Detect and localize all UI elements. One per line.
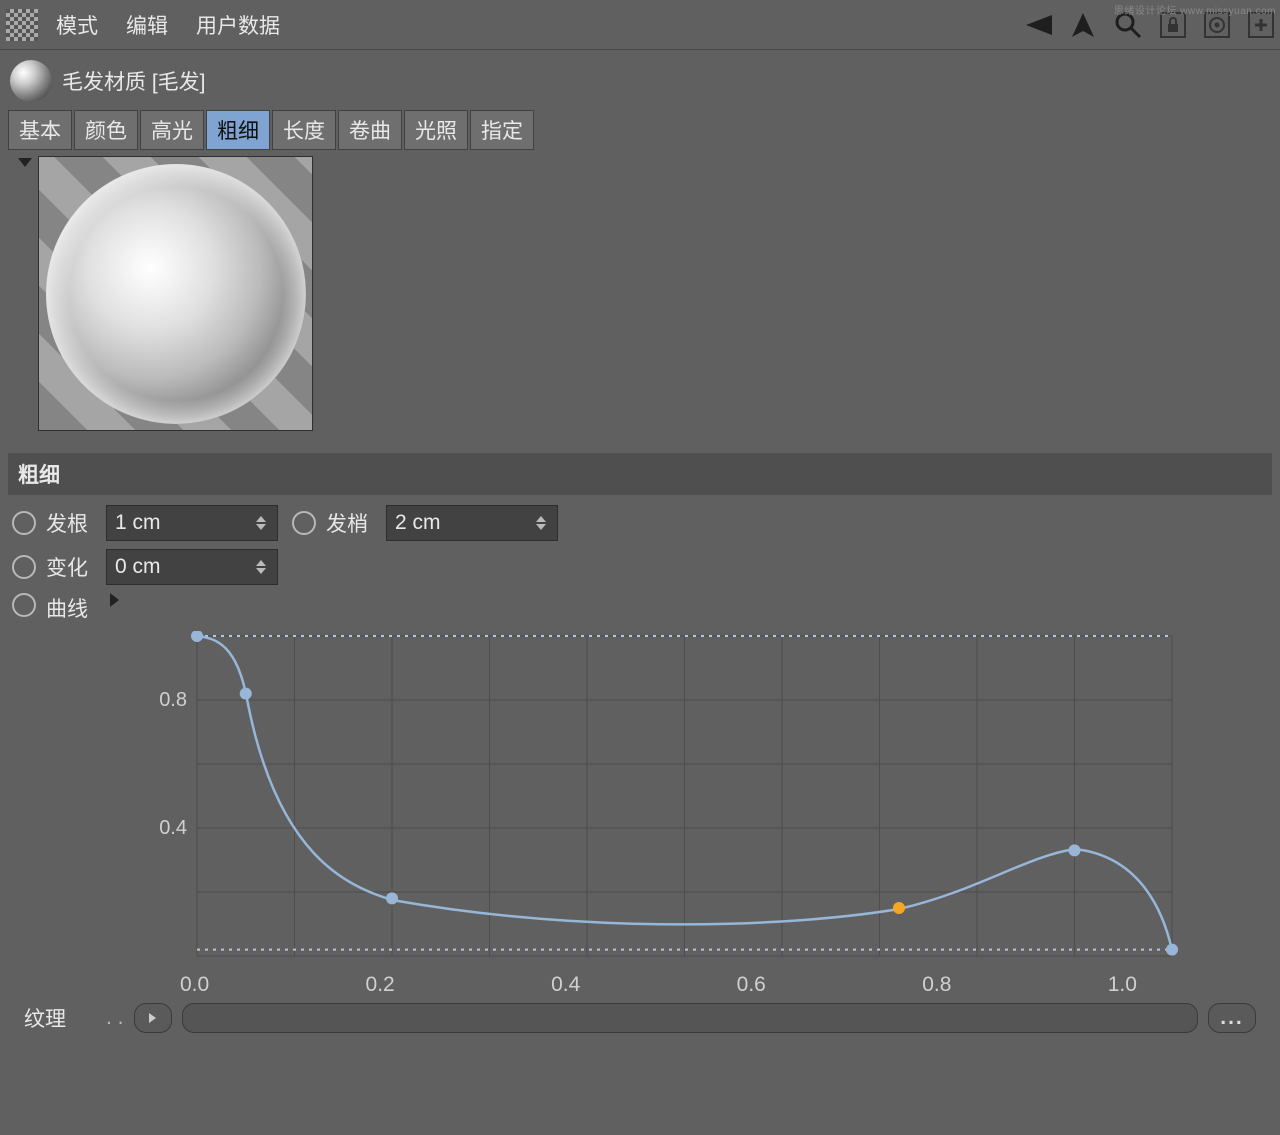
variation-spinner[interactable] — [256, 560, 269, 574]
params: 发根 发梢 变化 曲线 0.4 0.8 0.00.20.40.60.81.0 纹理… — [0, 499, 1280, 1039]
tab-1[interactable]: 颜色 — [74, 110, 138, 150]
tip-spinner[interactable] — [536, 516, 549, 530]
root-spinner[interactable] — [256, 516, 269, 530]
variation-label: 变化 — [46, 552, 96, 582]
texture-more-button[interactable]: ... — [1208, 1003, 1256, 1033]
svg-text:0.8: 0.8 — [159, 689, 187, 711]
nav-up-icon[interactable] — [1070, 11, 1096, 39]
curve-anim-radio[interactable] — [12, 593, 36, 617]
menubar: 模式 编辑 用户数据 — [0, 0, 1280, 50]
material-orb-icon — [10, 60, 52, 102]
root-anim-radio[interactable] — [12, 511, 36, 535]
tip-input[interactable] — [395, 511, 536, 535]
material-preview — [38, 156, 313, 431]
preview-sphere — [46, 164, 306, 424]
nav-back-icon[interactable] — [1022, 13, 1052, 37]
texture-picker-button[interactable] — [134, 1003, 172, 1033]
tab-6[interactable]: 光照 — [404, 110, 468, 150]
menu-mode[interactable]: 模式 — [56, 10, 98, 40]
menu-edit[interactable]: 编辑 — [126, 10, 168, 40]
tip-label: 发梢 — [326, 508, 376, 538]
watermark-text: 思绪设计论坛 www.missyuan.com — [1114, 2, 1276, 17]
material-title: 毛发材质 [毛发] — [62, 66, 206, 96]
tab-5[interactable]: 卷曲 — [338, 110, 402, 150]
menu-userdata[interactable]: 用户数据 — [196, 10, 280, 40]
checker-icon — [6, 9, 38, 41]
collapse-icon[interactable] — [18, 158, 32, 167]
tab-4[interactable]: 长度 — [272, 110, 336, 150]
tip-field[interactable] — [386, 505, 558, 541]
variation-anim-radio[interactable] — [12, 555, 36, 579]
spline-x-axis: 0.00.20.40.60.81.0 — [142, 973, 1137, 997]
tab-7[interactable]: 指定 — [470, 110, 534, 150]
tabs: 基本颜色高光粗细长度卷曲光照指定 — [0, 106, 1280, 150]
tab-3[interactable]: 粗细 — [206, 110, 270, 150]
tab-2[interactable]: 高光 — [140, 110, 204, 150]
root-field[interactable] — [106, 505, 278, 541]
spline-editor[interactable]: 0.4 0.8 0.00.20.40.60.81.0 — [142, 631, 1268, 997]
curve-label: 曲线 — [46, 593, 96, 623]
material-header: 毛发材质 [毛发] — [0, 50, 1280, 106]
tab-0[interactable]: 基本 — [8, 110, 72, 150]
tip-anim-radio[interactable] — [292, 511, 316, 535]
curve-expand-icon[interactable] — [110, 593, 119, 607]
texture-dots-label: . . — [106, 1006, 124, 1030]
section-header: 粗细 — [8, 453, 1272, 495]
root-input[interactable] — [115, 511, 256, 535]
root-label: 发根 — [46, 508, 96, 538]
texture-input[interactable] — [182, 1003, 1198, 1033]
variation-input[interactable] — [115, 555, 256, 579]
svg-text:0.4: 0.4 — [159, 817, 187, 839]
texture-label: 纹理 — [24, 1003, 96, 1033]
variation-field[interactable] — [106, 549, 278, 585]
